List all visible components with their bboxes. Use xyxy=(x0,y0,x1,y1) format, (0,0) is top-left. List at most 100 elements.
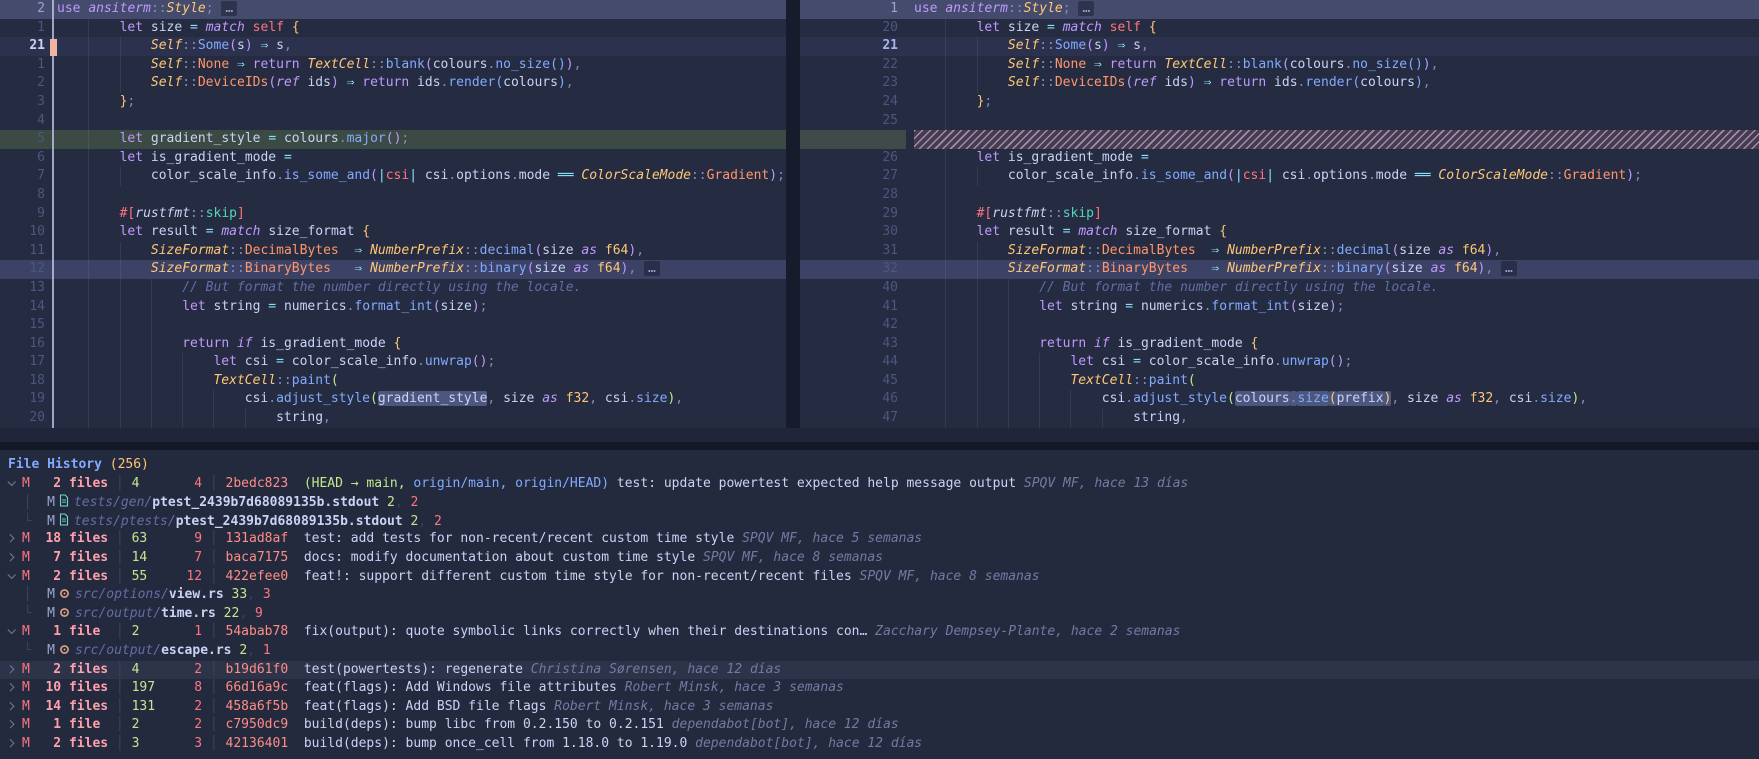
diff-pane-old[interactable]: 2use ansiterm::Style; …1 let size = matc… xyxy=(0,0,786,428)
code-line[interactable]: 1 let size = match self { xyxy=(0,19,786,38)
code-line[interactable]: 10 let result = match size_format { xyxy=(0,223,786,242)
code-line[interactable]: 17 let csi = color_scale_info.unwrap(); xyxy=(0,353,786,372)
pane-separator[interactable] xyxy=(786,0,800,428)
code-line[interactable]: 16 return if is_gradient_mode { xyxy=(0,335,786,354)
chevron-down-icon[interactable] xyxy=(8,623,22,642)
code-line[interactable]: 47 string, xyxy=(800,409,1759,428)
code-text xyxy=(914,112,1759,131)
chevron-down-icon[interactable] xyxy=(8,475,22,494)
code-line[interactable]: 31 SizeFormat::DecimalBytes ⇒ NumberPref… xyxy=(800,242,1759,261)
chevron-down-icon[interactable] xyxy=(8,568,22,587)
chevron-right-icon[interactable] xyxy=(8,661,22,680)
code-line[interactable]: 26 let is_gradient_mode = xyxy=(800,149,1759,168)
code-token: { xyxy=(1251,336,1259,351)
sign-column xyxy=(50,335,57,354)
code-line[interactable]: 12 SizeFormat::BinaryBytes ⇒ NumberPrefi… xyxy=(0,260,786,279)
history-commit-row[interactable]: M 2 files │ 55 12 │ 422efee0 feat!: supp… xyxy=(8,568,1759,587)
file-history-panel[interactable]: File History (256) M 2 files │ 4 4 │ 2be… xyxy=(0,450,1759,759)
history-commit-row[interactable]: M 7 files │ 14 7 │ baca7175 docs: modify… xyxy=(8,549,1759,568)
history-commit-row[interactable]: M 2 files │ 3 3 │ 42136401 build(deps): … xyxy=(8,735,1759,754)
history-file-row[interactable]: │ Msrc/options/view.rs 33, 3 xyxy=(8,586,1759,605)
history-commit-row[interactable]: M 10 files │ 197 8 │ 66d16a9c feat(flags… xyxy=(8,679,1759,698)
code-line[interactable]: 5 let gradient_style = colours.major(); xyxy=(0,130,786,149)
code-line[interactable]: 6 let is_gradient_mode = xyxy=(0,149,786,168)
code-line[interactable]: 27 color_scale_info.is_some_and(|csi| cs… xyxy=(800,167,1759,186)
history-commit-row[interactable]: M 18 files │ 63 9 │ 131ad8af test: add t… xyxy=(8,530,1759,549)
code-token: let xyxy=(120,20,151,35)
code-line[interactable]: 40 // But format the number directly usi… xyxy=(800,279,1759,298)
code-line[interactable]: 28 xyxy=(800,186,1759,205)
code-line[interactable]: 23 Self::DeviceIDs(ref ids) ⇒ return ids… xyxy=(800,74,1759,93)
chevron-right-icon[interactable] xyxy=(8,530,22,549)
code-token: . xyxy=(1125,391,1133,406)
history-file-row[interactable]: └ Msrc/output/escape.rs 2, 1 xyxy=(8,642,1759,661)
code-line[interactable]: 24 }; xyxy=(800,93,1759,112)
code-line[interactable]: 25 xyxy=(800,112,1759,131)
history-commit-row[interactable]: M 1 file │ 2 1 │ 54abab78 fix(output): q… xyxy=(8,623,1759,642)
history-file-row[interactable]: └ Mtests/ptests/ptest_2439b7d68089135b.s… xyxy=(8,512,1759,531)
code-text: let gradient_style = colours.major(); xyxy=(57,130,786,149)
history-commit-row[interactable]: M 2 files │ 4 2 │ b19d61f0 test(powertes… xyxy=(0,661,1759,680)
code-line[interactable]: 44 let csi = color_scale_info.unwrap(); xyxy=(800,353,1759,372)
sign-column xyxy=(906,130,914,149)
code-line[interactable]: 8 xyxy=(0,186,786,205)
code-line[interactable]: 18 TextCell::paint( xyxy=(0,372,786,391)
chevron-right-icon[interactable] xyxy=(8,549,22,568)
code-token: = xyxy=(1047,20,1055,35)
code-token: = xyxy=(190,20,198,35)
diff-filler-row[interactable] xyxy=(800,130,1759,149)
code-line[interactable]: 1 Self::None ⇒ return TextCell::blank(co… xyxy=(0,56,786,75)
code-token: ⇒ xyxy=(1094,57,1102,72)
code-line[interactable]: 21 Self::Some(s) ⇒ s, xyxy=(800,37,1759,56)
code-line[interactable]: 2 Self::DeviceIDs(ref ids) ⇒ return ids.… xyxy=(0,74,786,93)
indent-guide xyxy=(945,186,976,205)
code-line[interactable]: 43 return if is_gradient_mode { xyxy=(800,335,1759,354)
code-line[interactable]: 7 color_scale_info.is_some_and(|csi| csi… xyxy=(0,167,786,186)
code-line[interactable]: 9 #[rustfmt::skip] xyxy=(0,205,786,224)
code-line[interactable]: 45 TextCell::paint( xyxy=(800,372,1759,391)
history-commit-row[interactable]: M 14 files │ 131 2 │ 458a6f5b feat(flags… xyxy=(8,698,1759,717)
code-line[interactable]: 13 // But format the number directly usi… xyxy=(0,279,786,298)
code-token: f32 xyxy=(1470,391,1493,406)
code-line[interactable]: 19 csi.adjust_style(gradient_style, size… xyxy=(0,390,786,409)
code-line[interactable]: 32 SizeFormat::BinaryBytes ⇒ NumberPrefi… xyxy=(800,260,1759,279)
code-line[interactable]: 42 xyxy=(800,316,1759,335)
deletions-count: 2 xyxy=(179,717,202,732)
code-line[interactable]: 2use ansiterm::Style; … xyxy=(0,0,786,19)
code-line[interactable]: 21 Self::Some(s) ⇒ s, xyxy=(0,37,786,56)
code-token xyxy=(1219,261,1227,276)
code-line[interactable]: 46 csi.adjust_style(colours.size(prefix)… xyxy=(800,390,1759,409)
chevron-right-icon[interactable] xyxy=(8,679,22,698)
code-token: :: xyxy=(1047,206,1063,221)
indent-guide xyxy=(1008,409,1039,428)
code-line[interactable]: 41 let string = numerics.format_int(size… xyxy=(800,298,1759,317)
code-line[interactable]: 20 let size = match self { xyxy=(800,19,1759,38)
code-token: ) xyxy=(566,57,574,72)
history-file-row[interactable]: └ Msrc/output/time.rs 22, 9 xyxy=(8,605,1759,624)
code-line[interactable]: 22 Self::None ⇒ return TextCell::blank(c… xyxy=(800,56,1759,75)
indent-guide xyxy=(945,74,976,93)
indent-guide xyxy=(945,205,976,224)
diff-pane-new[interactable]: 1use ansiterm::Style; …20 let size = mat… xyxy=(800,0,1759,428)
document-file-icon xyxy=(59,494,69,514)
chevron-right-icon[interactable] xyxy=(8,735,22,754)
chevron-right-icon[interactable] xyxy=(8,698,22,717)
additions-count: 33 xyxy=(224,587,247,602)
code-line[interactable]: 3 }; xyxy=(0,93,786,112)
history-commit-row[interactable]: M 2 files │ 4 4 │ 2bedc823 (HEAD → main,… xyxy=(8,475,1759,494)
code-token: let xyxy=(120,131,151,146)
code-line[interactable]: 4 xyxy=(0,112,786,131)
chevron-right-icon[interactable] xyxy=(8,716,22,735)
file-name: ptest_2439b7d68089135b.stdout xyxy=(152,495,379,510)
history-commit-row[interactable]: M 1 file │ 2 2 │ c7950dc9 build(deps): b… xyxy=(8,716,1759,735)
history-file-row[interactable]: │ Mtests/gen/ptest_2439b7d68089135b.stdo… xyxy=(8,493,1759,512)
code-line[interactable]: 11 SizeFormat::DecimalBytes ⇒ NumberPref… xyxy=(0,242,786,261)
code-line[interactable]: 30 let result = match size_format { xyxy=(800,223,1759,242)
code-line[interactable]: 20 string, xyxy=(0,409,786,428)
code-line[interactable]: 14 let string = numerics.format_int(size… xyxy=(0,298,786,317)
indent-guide xyxy=(120,37,151,56)
text-cursor xyxy=(50,39,57,56)
code-line[interactable]: 29 #[rustfmt::skip] xyxy=(800,205,1759,224)
code-line[interactable]: 1use ansiterm::Style; … xyxy=(800,0,1759,19)
code-line[interactable]: 15 xyxy=(0,316,786,335)
